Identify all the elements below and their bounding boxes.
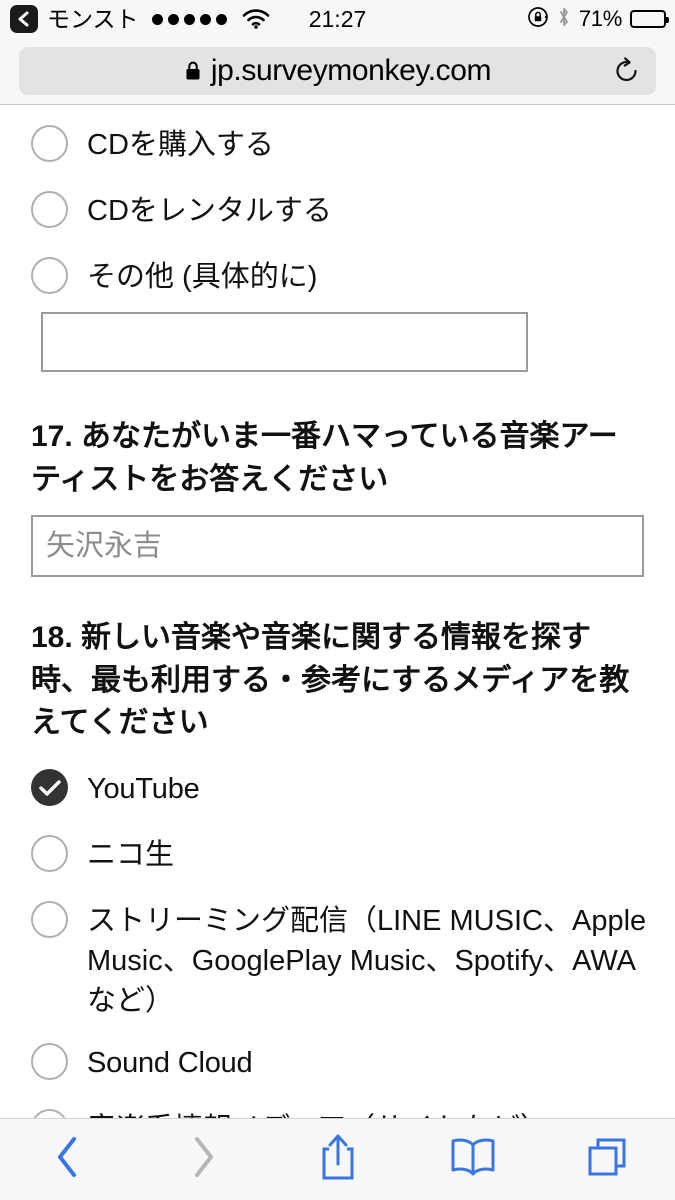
option-label: YouTube xyxy=(87,773,200,806)
option-label: その他 (具体的に) xyxy=(87,261,318,294)
lock-icon xyxy=(184,60,202,82)
radio-unchecked-icon[interactable] xyxy=(31,257,68,295)
chevron-right-icon xyxy=(188,1133,218,1186)
address-bar-url: jp.surveymonkey.com xyxy=(210,54,492,87)
question-17-input[interactable]: 矢沢永吉 xyxy=(31,515,644,578)
other-specify-input[interactable] xyxy=(41,312,528,373)
question-17-placeholder: 矢沢永吉 xyxy=(46,529,163,562)
tabs-icon xyxy=(584,1133,632,1186)
option-row-youtube[interactable]: YouTube xyxy=(0,769,675,809)
toolbar-back-button[interactable] xyxy=(0,1119,135,1200)
address-bar[interactable]: jp.surveymonkey.com xyxy=(19,47,656,95)
option-row[interactable]: 音楽系情報メディア（サイトなど） xyxy=(0,1109,675,1118)
radio-unchecked-icon[interactable] xyxy=(31,191,68,229)
radio-unchecked-icon[interactable] xyxy=(31,1109,68,1118)
reload-icon[interactable] xyxy=(612,55,642,87)
status-bar-right: 71% xyxy=(527,6,669,33)
option-row[interactable]: その他 (具体的に) xyxy=(0,257,675,297)
browser-toolbar xyxy=(0,1118,675,1200)
phone-screen: モンスト 21:27 71% jp.surveymonkey.com CDを購入… xyxy=(0,0,675,1200)
chevron-left-icon xyxy=(53,1133,83,1186)
question-18-title: 18. 新しい音楽や音楽に関する情報を探す時、最も利用する・参考にするメディアを… xyxy=(31,621,630,740)
toolbar-tabs-button[interactable] xyxy=(540,1119,675,1200)
rotation-lock-icon xyxy=(527,6,549,33)
radio-unchecked-icon[interactable] xyxy=(31,835,68,873)
option-label: Sound Cloud xyxy=(87,1047,253,1080)
question-17-title: 17. あなたがいま一番ハマっている音楽アーティストをお答えください xyxy=(31,420,618,496)
survey-page-content: CDを購入する CDをレンタルする その他 (具体的に) 17. あなたがいま一… xyxy=(0,106,675,1118)
option-label: CDを購入する xyxy=(87,129,274,161)
radio-unchecked-icon[interactable] xyxy=(31,1043,68,1081)
option-row[interactable]: ストリーミング配信（LINE MUSIC、Apple Music、GoogleP… xyxy=(0,901,675,1021)
option-row[interactable]: ニコ生 xyxy=(0,835,675,875)
radio-unchecked-icon[interactable] xyxy=(31,125,68,162)
option-label: CDをレンタルする xyxy=(87,195,332,228)
toolbar-bookmarks-button[interactable] xyxy=(405,1119,540,1200)
option-label: 音楽系情報メディア（サイトなど） xyxy=(87,1109,549,1118)
book-icon xyxy=(447,1135,499,1184)
radio-checked-icon[interactable] xyxy=(31,769,68,807)
radio-unchecked-icon[interactable] xyxy=(31,901,68,939)
bluetooth-icon xyxy=(557,6,571,33)
battery-icon xyxy=(630,10,669,28)
toolbar-share-button[interactable] xyxy=(270,1119,405,1200)
option-row[interactable]: CDを購入する xyxy=(0,125,675,165)
share-icon xyxy=(318,1131,358,1188)
option-label: ニコ生 xyxy=(87,839,175,872)
battery-percent-label: 71% xyxy=(578,6,622,31)
option-row[interactable]: CDをレンタルする xyxy=(0,191,675,231)
toolbar-forward-button xyxy=(135,1119,270,1200)
option-row[interactable]: Sound Cloud xyxy=(0,1043,675,1083)
status-bar: モンスト 21:27 71% xyxy=(0,0,675,38)
browser-chrome: jp.surveymonkey.com xyxy=(0,38,675,105)
option-label: ストリーミング配信（LINE MUSIC、Apple Music、GoogleP… xyxy=(87,905,647,1018)
